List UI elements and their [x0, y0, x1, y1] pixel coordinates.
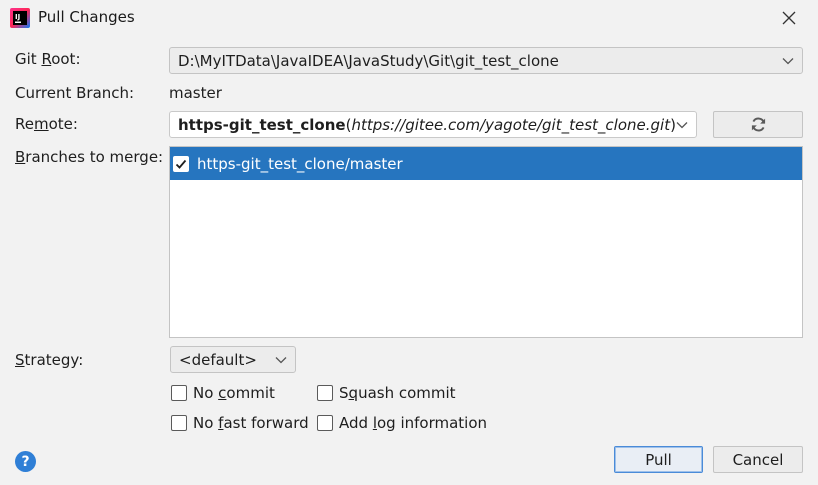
checkbox-box[interactable] — [317, 385, 333, 401]
branch-name: https-git_test_clone/master — [197, 154, 403, 173]
help-icon: ? — [21, 453, 30, 470]
no-fast-forward-checkbox[interactable]: No fast forward — [171, 414, 309, 432]
cancel-button[interactable]: Cancel — [713, 446, 803, 473]
window-title: Pull Changes — [38, 8, 135, 26]
squash-commit-label: Squash commit — [339, 384, 456, 402]
add-log-information-checkbox[interactable]: Add log information — [317, 414, 487, 432]
checkbox-box[interactable] — [317, 415, 333, 431]
close-icon — [782, 11, 796, 25]
remote-label: Remote: — [15, 115, 78, 133]
git-root-label: Git Root: — [15, 50, 81, 68]
refresh-remotes-button[interactable] — [713, 111, 803, 138]
git-root-value: D:\MyITData\JavaIDEA\JavaStudy\Git\git_t… — [178, 51, 559, 70]
strategy-value: <default> — [179, 350, 257, 369]
branches-list[interactable]: https-git_test_clone/master — [169, 146, 803, 338]
strategy-dropdown[interactable]: <default> — [170, 346, 296, 373]
list-item[interactable]: https-git_test_clone/master — [170, 147, 802, 180]
intellij-idea-icon: IJ — [10, 8, 30, 28]
help-button[interactable]: ? — [15, 451, 36, 472]
current-branch-label: Current Branch: — [15, 84, 135, 102]
no-commit-label: No commit — [193, 384, 275, 402]
checkbox-box[interactable] — [171, 385, 187, 401]
svg-text:IJ: IJ — [15, 13, 20, 21]
no-fast-forward-label: No fast forward — [193, 414, 309, 432]
checkbox-box[interactable] — [171, 415, 187, 431]
pull-button[interactable]: Pull — [614, 446, 703, 473]
remote-url: https://gitee.com/yagote/git_test_clone.… — [351, 115, 671, 134]
chevron-down-icon — [676, 121, 688, 128]
close-button[interactable] — [772, 2, 806, 34]
chevron-down-icon — [782, 57, 794, 64]
branches-to-merge-label: Branches to merge: — [15, 148, 164, 166]
remote-name: https-git_test_clone — [178, 115, 346, 134]
refresh-icon — [751, 117, 765, 132]
remote-dropdown[interactable]: https-git_test_clone(https://gitee.com/y… — [169, 111, 697, 138]
no-commit-checkbox[interactable]: No commit — [171, 384, 275, 402]
strategy-label: Strategy: — [15, 351, 84, 369]
add-log-information-label: Add log information — [339, 414, 488, 432]
squash-commit-checkbox[interactable]: Squash commit — [317, 384, 456, 402]
current-branch-value: master — [169, 84, 222, 102]
git-root-dropdown[interactable]: D:\MyITData\JavaIDEA\JavaStudy\Git\git_t… — [169, 47, 803, 74]
checkmark-icon — [175, 159, 187, 169]
chevron-down-icon — [275, 356, 287, 363]
branch-checkbox[interactable] — [173, 155, 189, 172]
